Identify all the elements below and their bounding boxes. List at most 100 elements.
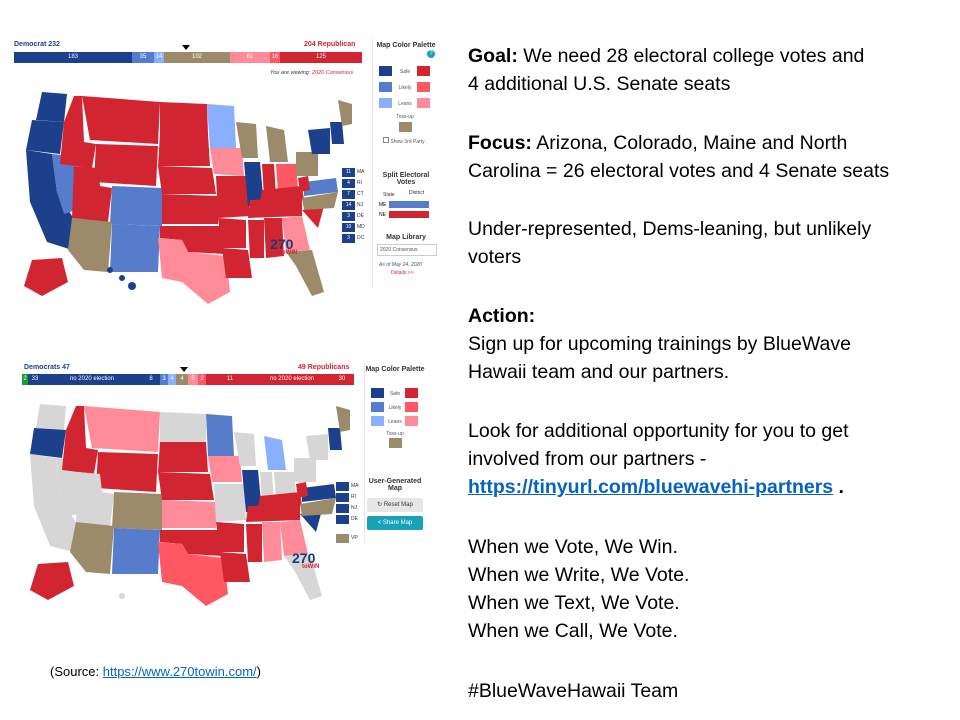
bar-leans-dem: 4: [168, 374, 176, 385]
state-mt: [84, 406, 160, 452]
small-state-votes: 3: [342, 234, 355, 243]
state-wv: [298, 176, 310, 192]
partners-link[interactable]: https://tinyurl.com/bluewavehi-partners: [468, 476, 833, 498]
state-or: [26, 120, 64, 154]
state-mn: [207, 104, 236, 148]
swatch-leans-rep[interactable]: [405, 416, 418, 426]
small-state-box: [336, 482, 349, 491]
small-state-votes: 11: [342, 168, 355, 177]
bar-rep-no-election: no 2020 election: [254, 374, 330, 385]
state-pa: [296, 152, 318, 176]
state-ar: [216, 522, 244, 552]
swatch-label: Likely: [388, 405, 402, 411]
share-icon: <: [377, 520, 382, 526]
split-row-me[interactable]: [389, 201, 429, 208]
state-nm: [110, 224, 160, 272]
us-senate-map[interactable]: [24, 396, 354, 614]
swatch-likely-rep[interactable]: [417, 82, 430, 92]
state-az: [68, 218, 112, 272]
state-la: [220, 552, 250, 582]
senate-map-screenshot: Democrats 47 49 Republicans 2 33 no 2020…: [22, 362, 425, 616]
swatch-safe-rep[interactable]: [417, 66, 430, 76]
small-state-votes: 4: [342, 179, 355, 188]
state-al: [262, 522, 282, 562]
state-la: [222, 248, 252, 278]
bar-leans-dem: 14: [154, 52, 164, 63]
bar-likely-dem: 3: [160, 374, 168, 385]
team-signature: #BlueWaveHawaii Team: [468, 680, 679, 702]
small-state-votes: 3: [342, 212, 355, 221]
checkbox-icon: [383, 137, 389, 143]
state-wa: [36, 404, 66, 430]
third-party-toggle[interactable]: Show 3rd Party: [383, 137, 425, 145]
swatch-likely-rep[interactable]: [405, 402, 418, 412]
offshore: [30, 562, 125, 600]
split-state-header: State: [383, 192, 395, 198]
refresh-icon: ↻: [377, 502, 383, 508]
bar-safe-dem: 8: [142, 374, 160, 385]
bar-safe-rep: 11: [206, 374, 254, 385]
state-wa: [36, 92, 67, 122]
swatch-label: Toss-up: [386, 431, 404, 437]
small-state-label: CT: [357, 191, 364, 197]
small-state-votes: 14: [342, 201, 355, 210]
small-state-votes: 10: [342, 223, 355, 232]
state-nd: [160, 412, 206, 442]
state-ny: [306, 434, 328, 460]
270towin-logo: 270 toWIN: [270, 236, 298, 256]
small-state-votes: 7: [342, 190, 355, 199]
bar-leans-rep: 61: [230, 52, 270, 63]
goal-paragraph: Goal: We need 28 electoral college votes…: [468, 45, 865, 95]
source-link[interactable]: https://www.270towin.com/: [103, 664, 257, 679]
swatch-likely-dem[interactable]: [379, 82, 392, 92]
swatch-label: Toss-up: [396, 114, 414, 120]
split-row-label: ME: [379, 202, 387, 208]
state-mi: [266, 126, 288, 162]
small-state-label: MD: [357, 224, 365, 230]
state-sd: [158, 442, 208, 472]
swatch-safe-dem[interactable]: [379, 66, 392, 76]
state-mo: [214, 484, 246, 522]
small-state-box: [336, 534, 349, 543]
swatch-likely-dem[interactable]: [371, 402, 384, 412]
midpoint-marker-icon: [182, 45, 190, 50]
split-row-ne[interactable]: [389, 211, 429, 218]
state-ny: [308, 128, 330, 154]
swatch-leans-dem[interactable]: [371, 416, 384, 426]
small-state-label: NJ: [351, 505, 358, 511]
details-link[interactable]: Details >>: [391, 270, 414, 276]
split-district-header: District: [409, 190, 425, 196]
rep-senate-label: 49 Republicans: [298, 364, 350, 371]
bar-likely-rep: 16: [270, 52, 280, 63]
state-ne: [158, 166, 216, 194]
swatch-label: Safe: [399, 69, 411, 75]
state-ar: [218, 218, 246, 248]
swatch-label: Likely: [398, 85, 412, 91]
help-icon[interactable]: ?: [427, 50, 435, 58]
swatch-leans-rep[interactable]: [417, 98, 430, 108]
map-library-select[interactable]: 2020 Consensus: [377, 244, 437, 256]
share-map-button[interactable]: < Share Map: [367, 516, 423, 530]
swatch-tossup[interactable]: [389, 438, 402, 448]
bar-safe-dem: 183: [14, 52, 132, 63]
state-mt: [82, 96, 160, 144]
viewing-caption: You are viewing: 2020 Consensus: [270, 70, 354, 76]
vote-slogans: When we Vote, We Win. When we Write, We …: [468, 536, 690, 642]
small-state-label: MA: [351, 483, 359, 489]
state-az: [70, 522, 114, 574]
270towin-logo: 270 toWIN: [292, 550, 320, 570]
split-row-label: NE: [379, 212, 386, 218]
swatch-label: Safe: [389, 391, 401, 397]
state-hi-2: [119, 275, 125, 281]
state-nd: [160, 102, 208, 134]
swatch-safe-rep[interactable]: [405, 388, 418, 398]
swatch-safe-dem[interactable]: [371, 388, 384, 398]
reset-map-button[interactable]: ↻ Reset Map: [367, 498, 423, 512]
swatch-tossup[interactable]: [399, 122, 412, 132]
swatch-leans-dem[interactable]: [379, 98, 392, 108]
state-hi-1: [107, 267, 113, 273]
action-paragraph: Action: Sign up for upcoming trainings b…: [468, 305, 851, 383]
state-mo: [216, 176, 250, 218]
state-ms: [248, 220, 264, 258]
us-electoral-map[interactable]: [12, 82, 352, 304]
